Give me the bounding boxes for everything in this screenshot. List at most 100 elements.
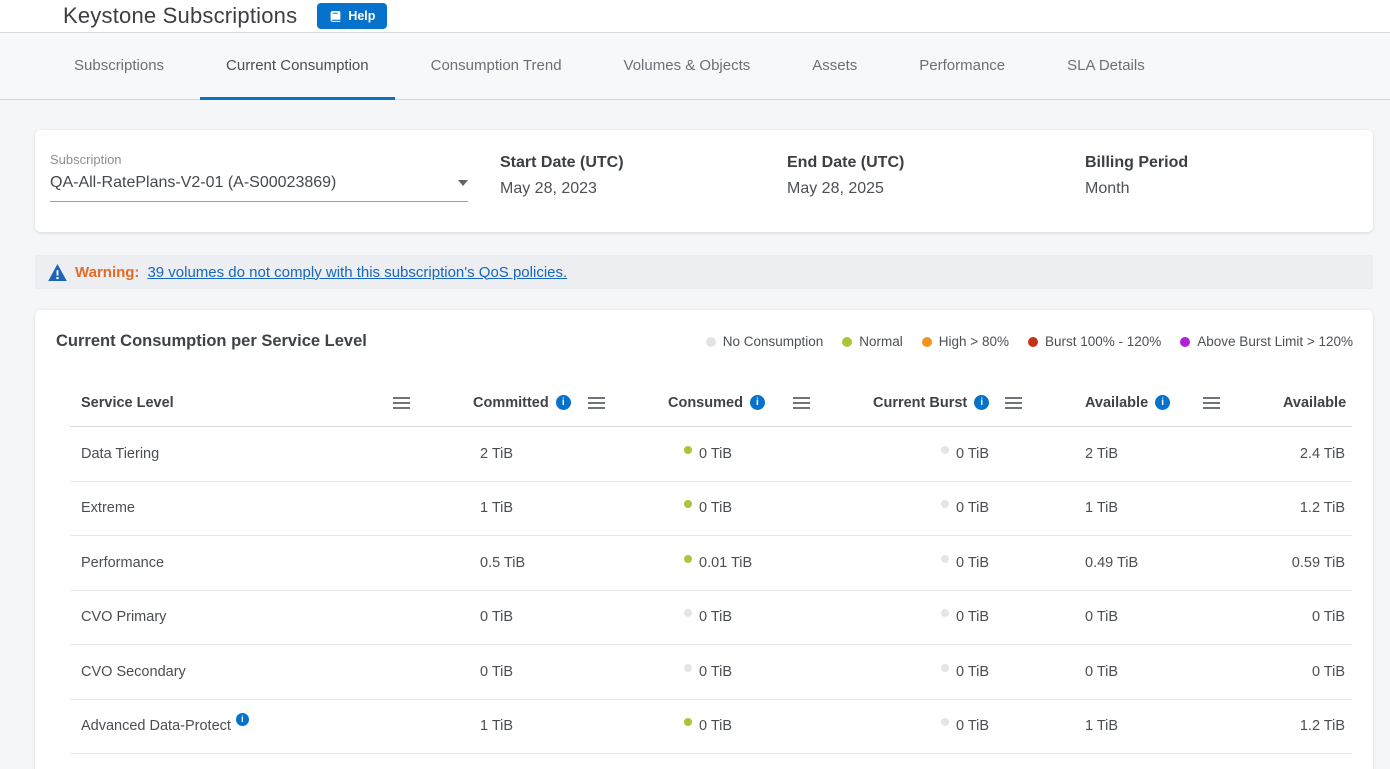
- consumption-card-header: Current Consumption per Service Level No…: [35, 310, 1373, 351]
- current-burst-cell: 0 TiB: [862, 500, 1074, 516]
- column-label: Committed: [473, 395, 549, 411]
- available-cell: 0 TiB: [1074, 609, 1272, 625]
- help-button-label: Help: [348, 9, 375, 23]
- info-icon[interactable]: [974, 395, 989, 410]
- tab-performance[interactable]: Performance: [893, 33, 1031, 100]
- tab-assets[interactable]: Assets: [786, 33, 883, 100]
- service-level-name: Data Tiering: [81, 446, 159, 462]
- available-burst-cell: 1.2 TiB: [1272, 718, 1352, 734]
- tab-label: Performance: [919, 57, 1005, 74]
- tab-current-consumption[interactable]: Current Consumption: [200, 33, 395, 100]
- service-level-name: CVO Secondary: [81, 664, 186, 680]
- info-icon[interactable]: [750, 395, 765, 410]
- current-burst-value: 0 TiB: [956, 555, 989, 571]
- tab-label: Volumes & Objects: [624, 57, 751, 74]
- service-level-cell: Advanced Data-Protect: [70, 718, 462, 734]
- service-level-cell: Performance: [70, 555, 462, 571]
- available-cell: 0.49 TiB: [1074, 555, 1272, 571]
- available-burst-cell: 2.4 TiB: [1272, 446, 1352, 462]
- legend-label: Normal: [859, 334, 903, 349]
- available-burst-value: 1.2 TiB: [1300, 500, 1345, 516]
- subscription-select-label: Subscription: [50, 152, 500, 167]
- table-row: CVO Primary 0 TiB 0 TiB 0 TiB 0 TiB 0 Ti…: [70, 591, 1352, 646]
- legend-label: No Consumption: [723, 334, 824, 349]
- tab-volumes-objects[interactable]: Volumes & Objects: [598, 33, 777, 100]
- status-dot-icon: [684, 555, 692, 563]
- consumed-value: 0 TiB: [699, 718, 732, 734]
- help-button[interactable]: Help: [317, 3, 387, 29]
- qos-noncompliance-link[interactable]: 39 volumes do not comply with this subsc…: [147, 264, 567, 281]
- info-icon[interactable]: [556, 395, 571, 410]
- current-burst-cell: 0 TiB: [862, 609, 1074, 625]
- available-value: 0 TiB: [1085, 664, 1118, 680]
- column-menu-icon[interactable]: [793, 397, 810, 409]
- table-row: Advanced Data-Protect 1 TiB 0 TiB 0 TiB …: [70, 700, 1352, 755]
- status-dot-icon: [684, 500, 692, 508]
- current-consumption-card: Current Consumption per Service Level No…: [35, 310, 1373, 769]
- consumed-value: 0 TiB: [699, 500, 732, 516]
- page-title: Keystone Subscriptions: [63, 3, 297, 29]
- current-burst-value: 0 TiB: [956, 446, 989, 462]
- available-burst-value: 2.4 TiB: [1300, 446, 1345, 462]
- subscription-summary-card: Subscription QA-All-RatePlans-V2-01 (A-S…: [35, 130, 1373, 232]
- available-burst-value: 0.59 TiB: [1292, 555, 1345, 571]
- consumed-value: 0.01 TiB: [699, 555, 752, 571]
- column-menu-icon[interactable]: [393, 397, 410, 409]
- available-burst-cell: 0 TiB: [1272, 664, 1352, 680]
- service-level-name: Advanced Data-Protect: [81, 718, 231, 734]
- committed-cell: 1 TiB: [462, 718, 657, 734]
- status-legend: No Consumption Normal High > 80% Burst 1…: [706, 334, 1353, 349]
- consumed-value: 0 TiB: [699, 664, 732, 680]
- column-menu-icon[interactable]: [588, 397, 605, 409]
- available-cell: 0 TiB: [1074, 664, 1272, 680]
- available-burst-value: 0 TiB: [1312, 664, 1345, 680]
- tab-consumption-trend[interactable]: Consumption Trend: [405, 33, 588, 100]
- burst-dot-icon: [1028, 337, 1038, 347]
- status-dot-icon: [684, 718, 692, 726]
- status-dot-icon: [684, 609, 692, 617]
- end-date-label: End Date (UTC): [787, 154, 1085, 172]
- end-date-value: May 28, 2025: [787, 180, 1085, 198]
- consumed-cell: 0 TiB: [657, 664, 862, 680]
- info-icon[interactable]: [1155, 395, 1170, 410]
- consumption-card-title: Current Consumption per Service Level: [56, 332, 367, 351]
- column-label: Service Level: [81, 395, 174, 411]
- table-row: Data Tiering 2 TiB 0 TiB 0 TiB 2 TiB 2.4…: [70, 427, 1352, 482]
- high-dot-icon: [922, 337, 932, 347]
- billing-period-field: Billing Period Month: [1085, 152, 1188, 232]
- normal-dot-icon: [842, 337, 852, 347]
- column-header-available: Available: [1074, 395, 1272, 411]
- billing-period-value: Month: [1085, 180, 1188, 198]
- end-date-field: End Date (UTC) May 28, 2025: [787, 152, 1085, 232]
- current-burst-cell: 0 TiB: [862, 718, 1074, 734]
- tab-sla-details[interactable]: SLA Details: [1041, 33, 1171, 100]
- consumed-value: 0 TiB: [699, 446, 732, 462]
- status-dot-icon: [941, 664, 949, 672]
- available-value: 0.49 TiB: [1085, 555, 1138, 571]
- consumed-cell: 0 TiB: [657, 609, 862, 625]
- tab-label: Current Consumption: [226, 57, 369, 74]
- service-level-name: Performance: [81, 555, 164, 571]
- status-dot-icon: [941, 609, 949, 617]
- legend-label: Burst 100% - 120%: [1045, 334, 1161, 349]
- tab-subscriptions[interactable]: Subscriptions: [48, 33, 190, 100]
- subscription-select-block: Subscription QA-All-RatePlans-V2-01 (A-S…: [50, 152, 500, 232]
- chevron-down-icon: [458, 180, 468, 186]
- table-header-row: Service Level Committed Consumed Current…: [70, 379, 1352, 427]
- available-value: 2 TiB: [1085, 446, 1118, 462]
- table-row: Extreme 1 TiB 0 TiB 0 TiB 1 TiB 1.2 TiB: [70, 482, 1352, 537]
- legend-item-no-consumption: No Consumption: [706, 334, 824, 349]
- column-menu-icon[interactable]: [1203, 397, 1220, 409]
- subscription-select[interactable]: QA-All-RatePlans-V2-01 (A-S00023869): [50, 174, 468, 202]
- available-burst-cell: 0 TiB: [1272, 609, 1352, 625]
- available-burst-value: 1.2 TiB: [1300, 718, 1345, 734]
- above-burst-dot-icon: [1180, 337, 1190, 347]
- available-burst-value: 0 TiB: [1312, 609, 1345, 625]
- info-icon[interactable]: [236, 713, 249, 726]
- main-content: Subscription QA-All-RatePlans-V2-01 (A-S…: [0, 100, 1390, 769]
- column-menu-icon[interactable]: [1005, 397, 1022, 409]
- service-level-name: Extreme: [81, 500, 135, 516]
- current-burst-value: 0 TiB: [956, 609, 989, 625]
- available-cell: 1 TiB: [1074, 500, 1272, 516]
- committed-value: 1 TiB: [480, 718, 513, 734]
